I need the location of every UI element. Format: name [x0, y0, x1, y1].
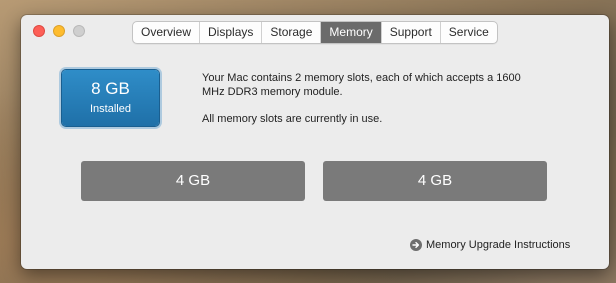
- zoom-button[interactable]: [73, 25, 85, 37]
- installed-memory-label: Installed: [90, 103, 131, 115]
- title-bar: Overview Displays Storage Memory Support…: [21, 15, 609, 49]
- tab-storage[interactable]: Storage: [262, 22, 322, 43]
- tab-service[interactable]: Service: [441, 22, 497, 43]
- installed-memory-size: 8 GB: [91, 79, 130, 98]
- memory-description: Your Mac contains 2 memory slots, each o…: [202, 72, 521, 98]
- memory-slot-status: All memory slots are currently in use.: [202, 113, 383, 125]
- memory-slot-1: 4 GB: [81, 161, 305, 201]
- minimize-button[interactable]: [53, 25, 65, 37]
- memory-slot-2: 4 GB: [323, 161, 547, 201]
- upgrade-link-label: Memory Upgrade Instructions: [426, 238, 571, 251]
- tab-memory[interactable]: Memory: [321, 22, 382, 43]
- tab-displays[interactable]: Displays: [200, 22, 263, 43]
- tab-overview[interactable]: Overview: [133, 22, 201, 43]
- close-button[interactable]: [33, 25, 45, 37]
- memory-upgrade-instructions-link[interactable]: Memory Upgrade Instructions: [410, 237, 570, 252]
- installed-memory-badge: 8 GB Installed: [62, 70, 159, 126]
- tab-bar: Overview Displays Storage Memory Support…: [132, 21, 498, 44]
- tab-support[interactable]: Support: [382, 22, 441, 43]
- arrow-circle-right-icon: [410, 238, 422, 251]
- about-this-mac-window: Overview Displays Storage Memory Support…: [21, 15, 609, 269]
